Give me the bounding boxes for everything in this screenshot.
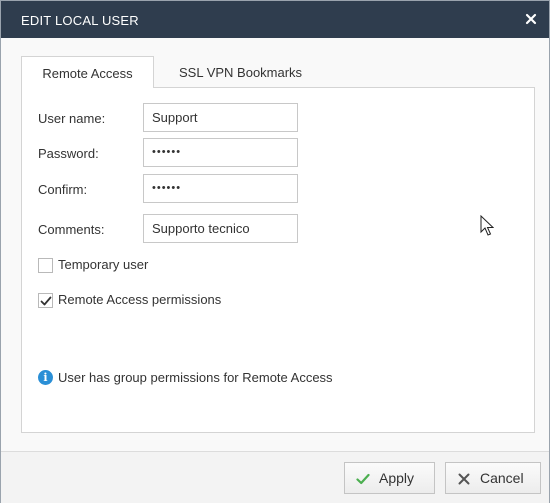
cancel-label: Cancel [480,470,524,486]
close-button[interactable] [521,9,541,29]
group-permissions-info: User has group permissions for Remote Ac… [58,370,333,385]
username-label: User name: [38,111,106,126]
apply-button[interactable]: Apply [344,462,435,494]
username-field[interactable] [143,103,298,132]
comments-label: Comments: [38,222,105,237]
cancel-button[interactable]: Cancel [445,462,541,494]
tab-remote-access[interactable]: Remote Access [21,56,154,88]
edit-local-user-dialog: EDIT LOCAL USER Remote Access SSL VPN Bo… [0,0,550,503]
comments-field[interactable] [143,214,298,243]
dialog-footer: Apply Cancel [1,451,549,503]
confirm-password-field[interactable]: •••••• [143,174,298,203]
remote-access-permissions-checkbox[interactable] [38,293,53,308]
dialog-body: Remote Access SSL VPN Bookmarks User nam… [1,38,549,451]
checkmark-icon [40,296,52,306]
tab-panel-remote-access: User name: Password: •••••• Confirm: •••… [21,87,535,433]
temporary-user-checkbox[interactable] [38,258,53,273]
confirm-label: Confirm: [38,182,88,197]
dialog-titlebar: EDIT LOCAL USER [1,1,549,38]
x-icon [458,473,470,485]
temporary-user-label[interactable]: Temporary user [58,257,148,272]
password-label: Password: [38,146,99,161]
remote-access-permissions-label[interactable]: Remote Access permissions [58,292,221,307]
tab-ssl-vpn-bookmarks[interactable]: SSL VPN Bookmarks [167,56,314,88]
mouse-cursor-icon [480,215,494,236]
checkmark-icon [356,473,370,485]
close-icon [525,13,537,25]
dialog-title: EDIT LOCAL USER [21,13,139,28]
info-icon: i [38,370,53,385]
apply-label: Apply [379,470,415,486]
password-field[interactable]: •••••• [143,138,298,167]
